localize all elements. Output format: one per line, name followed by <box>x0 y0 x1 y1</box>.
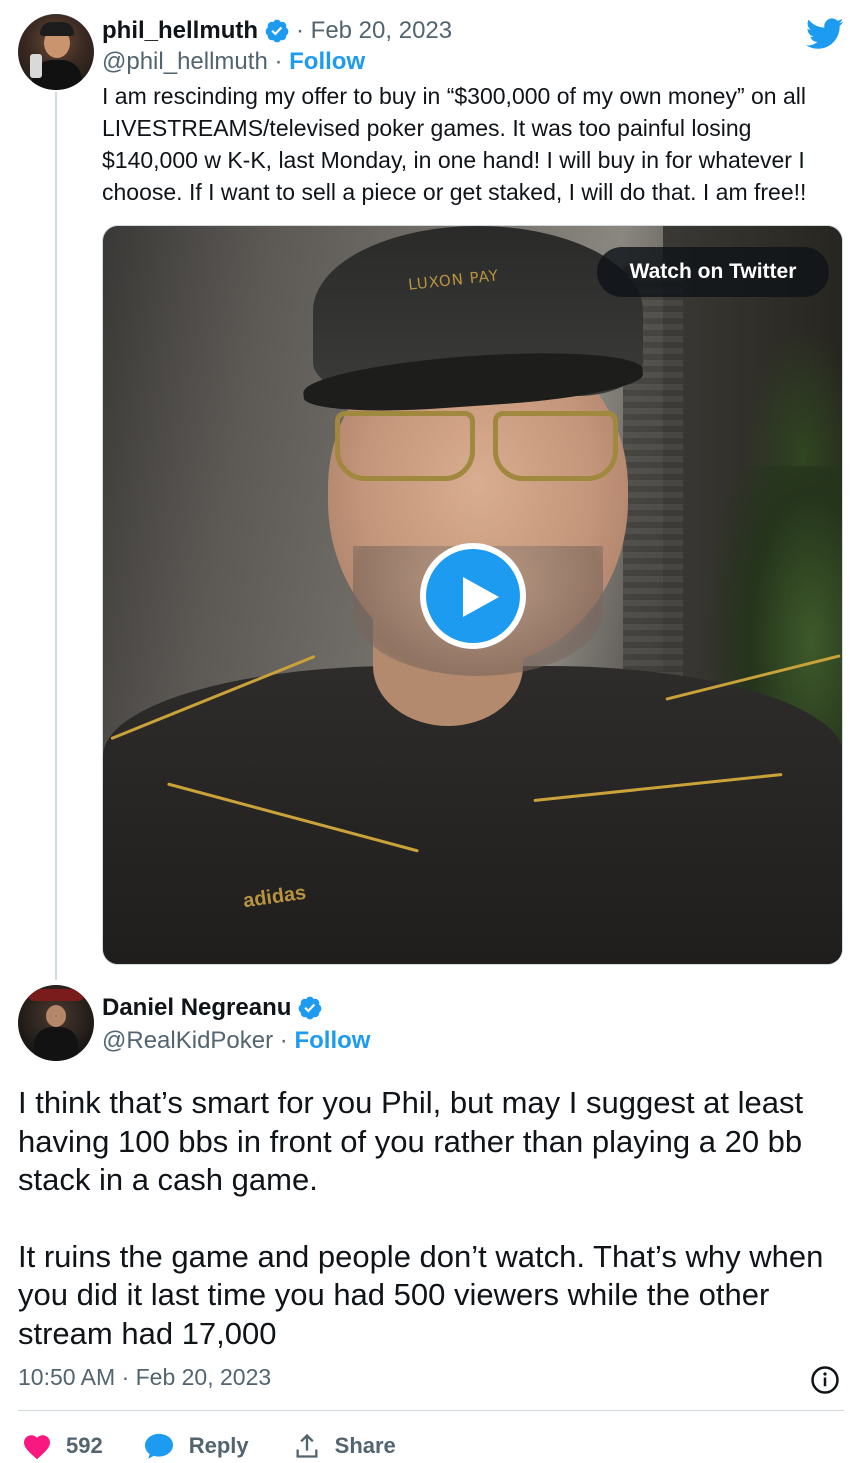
share-icon <box>296 1433 318 1458</box>
tweet-text: I am rescinding my offer to buy in “$300… <box>102 83 807 205</box>
action-bar: 592 Reply Share <box>22 1428 440 1463</box>
separator: · <box>279 1027 288 1054</box>
tweet-paragraph: It ruins the game and people don’t watch… <box>18 1238 824 1351</box>
heart-icon <box>24 1435 50 1460</box>
tweet-timestamp[interactable]: 10:50 AM · Feb 20, 2023 <box>18 1364 271 1391</box>
like-button[interactable]: 592 <box>22 1432 103 1460</box>
watch-on-twitter-button[interactable]: Watch on Twitter <box>597 247 829 297</box>
author-display-name[interactable]: phil_hellmuth <box>102 17 258 45</box>
avatar[interactable] <box>18 14 94 90</box>
info-icon[interactable] <box>810 1365 840 1395</box>
tweet2-header: Daniel Negreanu <box>102 992 323 1024</box>
author-handle-row: @RealKidPoker · Follow <box>102 1027 370 1055</box>
separator: · <box>274 48 283 75</box>
follow-button[interactable]: Follow <box>294 1027 370 1054</box>
share-label: Share <box>334 1433 396 1458</box>
author-handle-row: @phil_hellmuth · Follow <box>102 48 365 76</box>
tweet-text: I think that’s smart for you Phil, but m… <box>18 1084 848 1353</box>
avatar[interactable] <box>18 985 94 1061</box>
like-count: 592 <box>66 1433 103 1458</box>
follow-button[interactable]: Follow <box>289 48 365 75</box>
tweet1-header: phil_hellmuth · Feb 20, 2023 <box>102 15 452 47</box>
divider <box>18 1410 844 1411</box>
author-handle[interactable]: @phil_hellmuth <box>102 48 268 75</box>
share-button[interactable]: Share <box>293 1432 396 1460</box>
reply-label: Reply <box>188 1433 249 1458</box>
reply-bubble-icon <box>144 1433 173 1459</box>
video-media[interactable]: LUXON PAY adidas Watch on Twitter <box>102 225 843 965</box>
author-display-name[interactable]: Daniel Negreanu <box>102 994 291 1022</box>
verified-badge-icon <box>299 996 322 1020</box>
twitter-bird-icon[interactable] <box>806 18 844 50</box>
play-icon <box>463 577 499 617</box>
author-handle[interactable]: @RealKidPoker <box>102 1027 273 1054</box>
verified-badge-icon <box>265 19 289 43</box>
tweet-paragraph: I think that’s smart for you Phil, but m… <box>18 1085 804 1197</box>
tweet-date[interactable]: · Feb 20, 2023 <box>296 17 452 45</box>
reply-button[interactable]: Reply <box>143 1432 249 1460</box>
play-button[interactable] <box>420 543 526 649</box>
thread-connector-line <box>55 92 57 980</box>
